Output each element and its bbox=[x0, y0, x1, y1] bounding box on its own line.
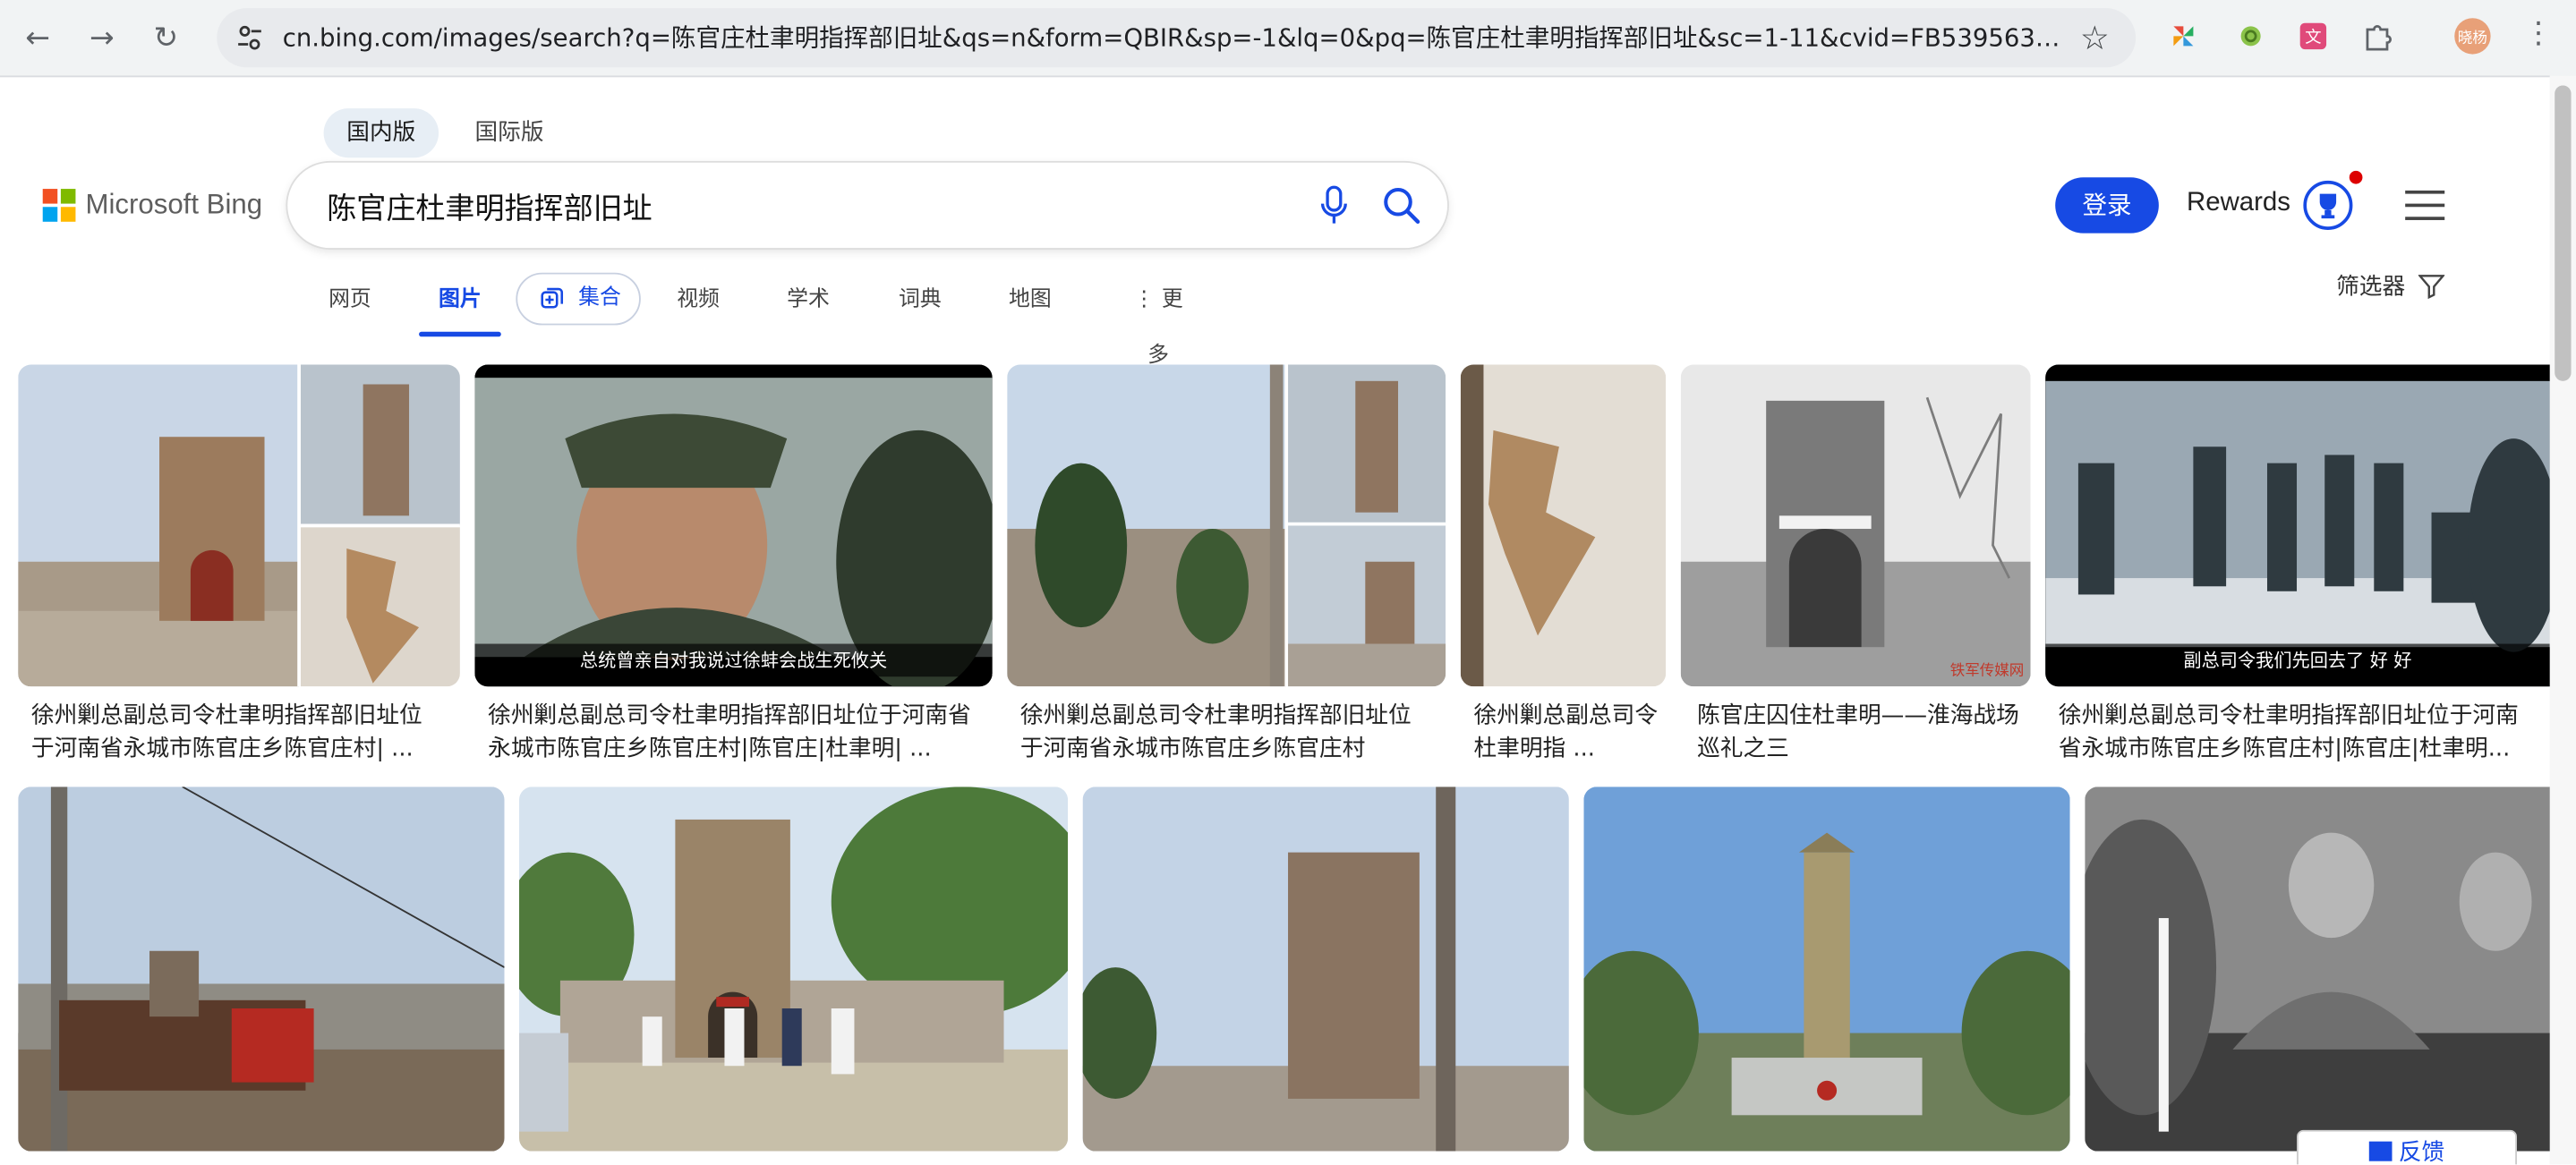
watermark-text: 铁军传媒网 bbox=[1949, 663, 2025, 680]
result-thumbnail[interactable] bbox=[1460, 364, 1667, 687]
result-caption[interactable]: 徐州剿总副总司令杜聿明指挥部旧址位于河南省永城市陈官庄乡陈官庄村 bbox=[1020, 700, 1431, 765]
forward-icon[interactable]: → bbox=[81, 16, 124, 59]
result-thumbnail[interactable]: 总统曾亲自对我说过徐蚌会战生死攸关 bbox=[474, 364, 993, 687]
tab-domestic[interactable]: 国内版 bbox=[323, 108, 439, 158]
filter-funnel-icon bbox=[2418, 275, 2446, 300]
rewards-trophy-icon[interactable] bbox=[2303, 180, 2353, 230]
result-caption[interactable]: 徐州剿总副总司令杜聿明指 ... bbox=[1473, 700, 1658, 765]
reload-icon[interactable]: ↻ bbox=[145, 16, 188, 59]
logo-text: Microsoft Bing bbox=[85, 189, 263, 220]
feedback-button[interactable]: 反馈 bbox=[2297, 1129, 2517, 1165]
result-thumbnail[interactable] bbox=[1007, 364, 1446, 687]
tab-collections[interactable]: 集合 bbox=[516, 272, 641, 326]
back-icon[interactable]: ← bbox=[16, 16, 59, 59]
tab-dictionary[interactable]: 词典 bbox=[895, 273, 944, 328]
image-result[interactable]: 铁军传媒网 陈官庄囚住杜聿明——淮海战场巡礼之三 bbox=[1680, 364, 2031, 767]
profile-avatar[interactable]: 晓杨 bbox=[2454, 18, 2491, 55]
extensions-puzzle-icon[interactable] bbox=[2359, 18, 2395, 54]
image-result[interactable] bbox=[2085, 787, 2572, 1152]
result-caption[interactable]: 徐州剿总副总司令杜聿明指挥部旧址位于河南省永城市陈官庄乡陈官庄村|陈官庄|杜聿明… bbox=[488, 700, 981, 765]
search-input[interactable] bbox=[323, 179, 1284, 235]
feedback-label: 反馈 bbox=[2398, 1139, 2445, 1165]
result-thumbnail[interactable]: 铁军传媒网 bbox=[1680, 364, 2031, 687]
video-subtitle: 副总司令我们先回去了 好 好 bbox=[2045, 643, 2550, 677]
feedback-icon bbox=[2368, 1141, 2393, 1161]
site-settings-icon[interactable] bbox=[234, 21, 267, 55]
filter-button[interactable]: 筛选器 bbox=[2336, 269, 2446, 302]
rewards-link[interactable]: Rewards bbox=[2187, 189, 2290, 218]
video-subtitle: 总统曾亲自对我说过徐蚌会战生死攸关 bbox=[474, 643, 993, 677]
image-result[interactable]: 总统曾亲自对我说过徐蚌会战生死攸关 徐州剿总副总司令杜聿明指挥部旧址位于河南省永… bbox=[474, 364, 993, 767]
result-thumbnail[interactable] bbox=[2085, 787, 2572, 1152]
more-dots-icon: ⋮ bbox=[1133, 287, 1156, 312]
browser-menu-icon[interactable]: ⋮ bbox=[2523, 16, 2553, 51]
tab-web[interactable]: 网页 bbox=[325, 273, 374, 328]
image-result[interactable]: 徐州剿总副总司令杜聿明指 ... bbox=[1460, 364, 1667, 767]
tab-international[interactable]: 国际版 bbox=[452, 108, 567, 157]
microphone-icon[interactable] bbox=[1319, 185, 1349, 225]
result-caption[interactable]: 徐州剿总副总司令杜聿明指挥部旧址位于河南省永城市陈官庄乡陈官庄村|陈官庄|杜聿明… bbox=[2059, 700, 2535, 765]
microsoft-logo-icon bbox=[42, 189, 76, 222]
tab-images[interactable]: 图片 bbox=[431, 273, 490, 328]
collections-icon bbox=[541, 287, 564, 309]
bookmark-star-icon[interactable]: ☆ bbox=[2080, 18, 2110, 57]
search-icon[interactable] bbox=[1382, 185, 1421, 225]
result-thumbnail[interactable] bbox=[1583, 787, 2070, 1152]
hamburger-menu-icon[interactable] bbox=[2405, 190, 2445, 220]
image-result[interactable]: 徐州剿总副总司令杜聿明指挥部旧址位于河南省永城市陈官庄乡陈官庄村| ... bbox=[18, 364, 460, 767]
image-result[interactable] bbox=[1583, 787, 2070, 1152]
image-result[interactable] bbox=[18, 787, 505, 1152]
notification-dot bbox=[2349, 170, 2363, 184]
result-thumbnail[interactable]: 副总司令我们先回去了 好 好 bbox=[2045, 364, 2572, 687]
browser-toolbar: ← → ↻ cn.bing.com/images/search?q=陈官庄杜聿明… bbox=[0, 0, 2576, 78]
result-thumbnail[interactable] bbox=[18, 787, 505, 1152]
tab-videos[interactable]: 视频 bbox=[674, 273, 723, 328]
result-caption[interactable]: 徐州剿总副总司令杜聿明指挥部旧址位于河南省永城市陈官庄乡陈官庄村| ... bbox=[31, 700, 442, 765]
extension-snail-icon[interactable] bbox=[2231, 18, 2267, 54]
active-tab-indicator bbox=[419, 331, 501, 337]
search-box[interactable] bbox=[287, 162, 1448, 249]
tab-maps[interactable]: 地图 bbox=[1005, 273, 1054, 328]
url-text[interactable]: cn.bing.com/images/search?q=陈官庄杜聿明指挥部旧址&… bbox=[283, 8, 2074, 67]
extension-translate-icon[interactable]: 文 bbox=[2295, 18, 2331, 54]
login-button[interactable]: 登录 bbox=[2055, 177, 2159, 234]
result-caption[interactable]: 陈官庄囚住杜聿明——淮海战场巡礼之三 bbox=[1697, 700, 2026, 765]
image-result[interactable] bbox=[519, 787, 1069, 1152]
extension-pinwheel-icon[interactable] bbox=[2165, 18, 2201, 54]
image-result[interactable]: 副总司令我们先回去了 好 好 徐州剿总副总司令杜聿明指挥部旧址位于河南省永城市陈… bbox=[2045, 364, 2572, 767]
address-bar[interactable]: cn.bing.com/images/search?q=陈官庄杜聿明指挥部旧址&… bbox=[217, 8, 2137, 68]
tab-more[interactable]: ⋮ 更多 bbox=[1123, 273, 1192, 368]
image-result[interactable]: 徐州剿总副总司令杜聿明指挥部旧址位于河南省永城市陈官庄乡陈官庄村 bbox=[1007, 364, 1446, 767]
result-thumbnail[interactable] bbox=[1082, 787, 1569, 1152]
collections-label: 集合 bbox=[578, 285, 621, 310]
bing-logo[interactable]: Microsoft Bing bbox=[42, 189, 263, 222]
svg-text:文: 文 bbox=[2305, 29, 2321, 47]
tab-academic[interactable]: 学术 bbox=[784, 273, 833, 328]
image-result[interactable] bbox=[1082, 787, 1569, 1152]
filter-label: 筛选器 bbox=[2336, 274, 2406, 301]
result-thumbnail[interactable] bbox=[519, 787, 1069, 1152]
scrollbar-thumb[interactable] bbox=[2555, 85, 2572, 381]
result-thumbnail[interactable] bbox=[18, 364, 460, 687]
